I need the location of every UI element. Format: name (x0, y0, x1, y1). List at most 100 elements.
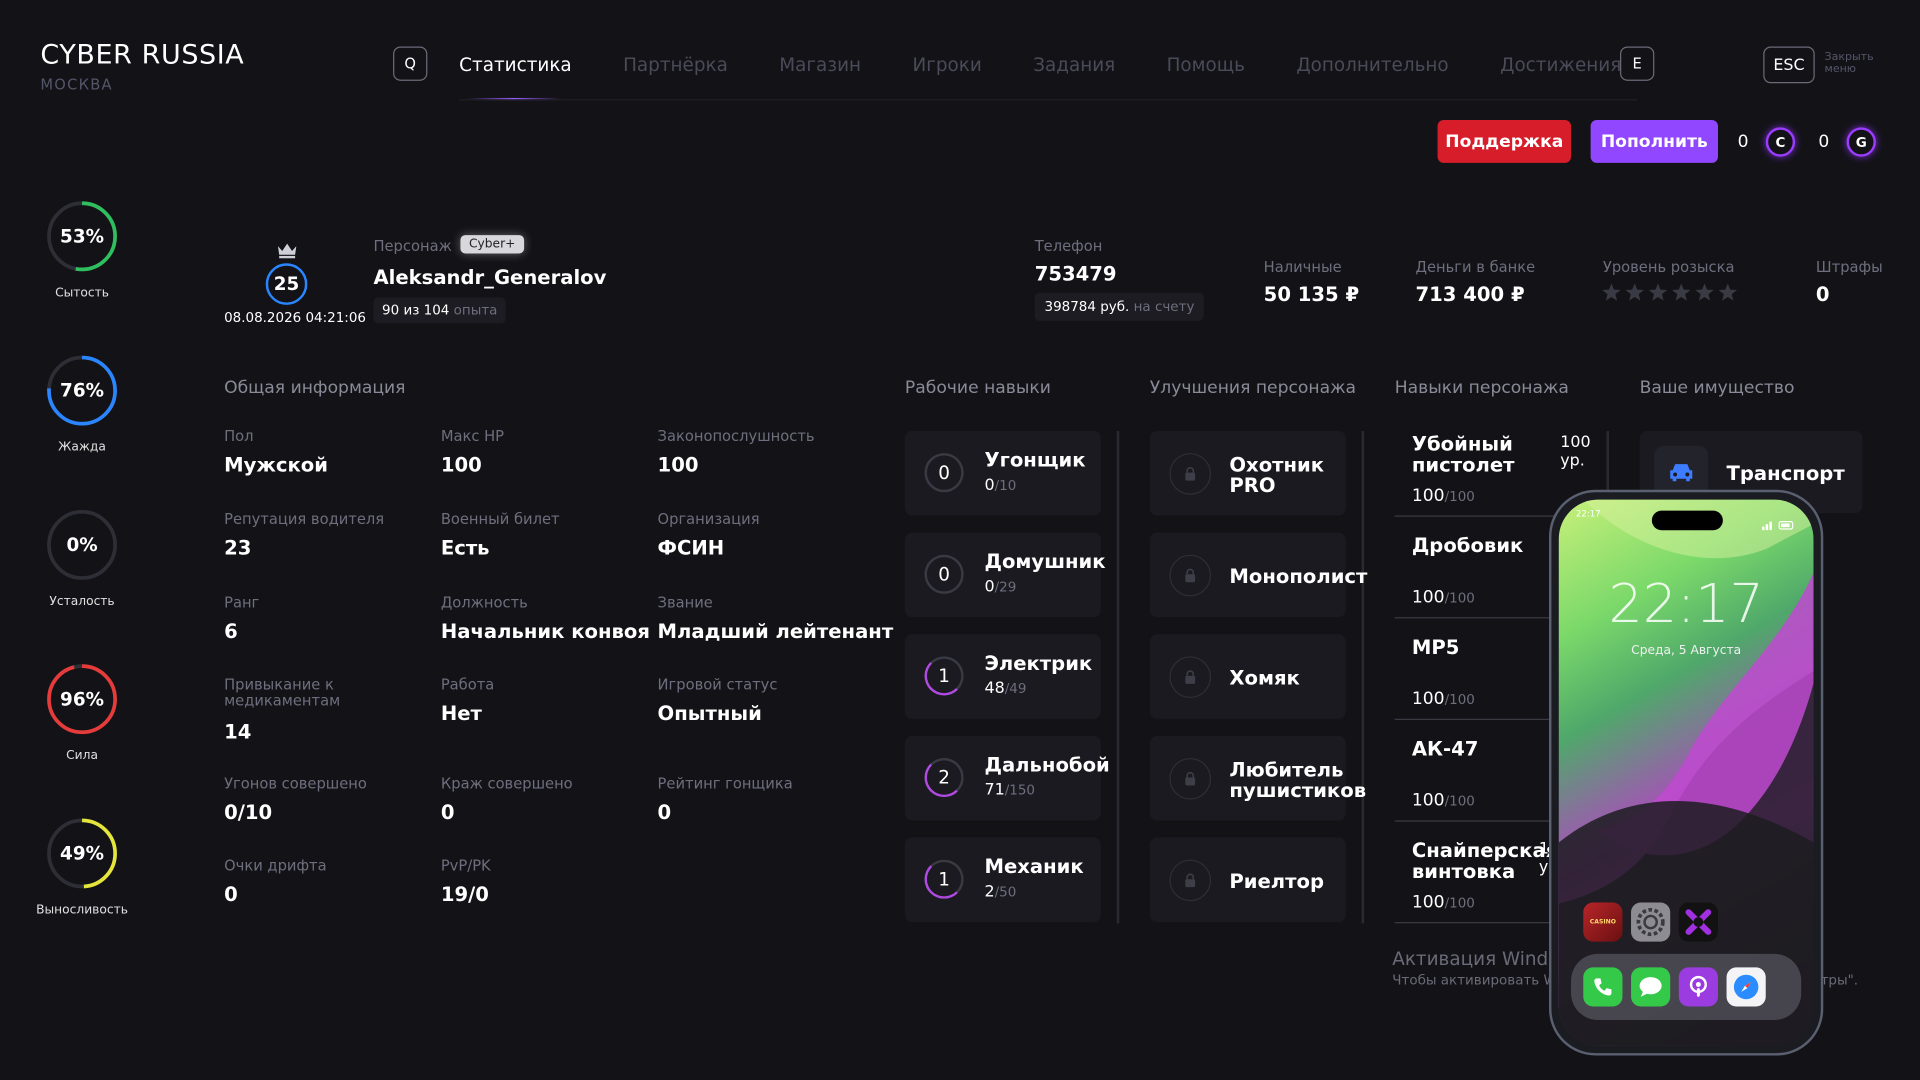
char-name: Aleksandr_Generalov (373, 265, 607, 289)
work-skill-card[interactable]: 0 Угонщик 0/10 (904, 431, 1101, 516)
star-icon (1602, 283, 1622, 306)
work-skills-title: Рабочие навыки (904, 378, 1051, 398)
tab-partner[interactable]: Партнёрка (623, 54, 728, 76)
info-label: Привыкание к медикаментам (224, 675, 341, 709)
need-ring: 53% (45, 200, 118, 273)
upgrade-card[interactable]: Монополист (1149, 532, 1367, 618)
status-time: 22:17 (1575, 509, 1601, 520)
char-skill-progress: 100/100 (1411, 892, 1475, 913)
tab-statistics[interactable]: Статистика (459, 54, 572, 76)
info-value: 23 (224, 536, 252, 560)
upgrade-name: Охотник (1229, 453, 1325, 477)
need-value: 49% (60, 842, 105, 865)
skill-name: Электрик (984, 651, 1093, 675)
info-value: 100 (440, 453, 482, 477)
crown-icon (277, 240, 298, 263)
skill-progress: 0/29 (984, 577, 1017, 597)
need-label: Сила (66, 749, 98, 763)
cash-label: Наличные (1263, 258, 1342, 276)
phone-app-icon[interactable] (1583, 967, 1623, 1007)
upgrade-name: Риелтор (1229, 869, 1324, 893)
work-skill-card[interactable]: 0 Домушник 0/29 (904, 532, 1106, 618)
cash-value: 50 135 ₽ (1263, 282, 1360, 307)
skill-name: Механик (984, 854, 1084, 878)
info-label: Краж совершено (440, 775, 573, 793)
cyber-app-icon[interactable] (1678, 902, 1718, 942)
level-badge: 25 (265, 263, 308, 305)
wanted-label: Уровень розыска (1602, 258, 1735, 276)
casino-app-icon[interactable]: CASINO (1583, 902, 1623, 942)
char-skill-name: Снайперская (1411, 838, 1559, 863)
wanted-stars (1602, 283, 1738, 306)
tab-shop[interactable]: Магазин (779, 54, 861, 76)
info-value: 0 (440, 800, 455, 825)
char-skill-progress: 100/100 (1411, 791, 1475, 811)
column-divider (1361, 431, 1365, 924)
tab-players[interactable]: Игроки (912, 54, 981, 76)
general-title: Общая информация (224, 378, 406, 398)
coin-c-value: 0 (1737, 132, 1749, 152)
char-skill-name: Убойный (1411, 432, 1513, 456)
skill-name: Угонщик (984, 448, 1086, 472)
work-skill-card[interactable]: 1 Механик 2/50 (904, 837, 1101, 923)
lock-icon (1169, 554, 1212, 597)
need-ring: 49% (45, 817, 118, 890)
lock-date: Среда, 5 Августа (1631, 644, 1742, 658)
support-button[interactable]: Поддержка (1437, 120, 1572, 163)
property-label: Транспорт (1726, 461, 1845, 485)
info-value: Младший лейтенант (657, 619, 894, 643)
podcasts-app-icon[interactable] (1678, 967, 1718, 1007)
info-label: Законопослушность (657, 427, 815, 445)
skill-progress: 71/150 (984, 781, 1036, 800)
settings-app-icon[interactable] (1631, 902, 1671, 942)
next-tab-key[interactable]: E (1620, 46, 1655, 81)
signal-icon (1762, 512, 1794, 535)
info-label: Должность (440, 593, 528, 612)
brand-logo: CYBER RUSSIA (40, 40, 245, 72)
tab-help[interactable]: Помощь (1167, 54, 1245, 76)
prev-tab-key[interactable]: Q (393, 46, 428, 81)
info-value: 14 (224, 720, 252, 744)
esc-button[interactable]: ESC (1763, 46, 1815, 84)
lock-icon (1169, 757, 1212, 800)
bank-value: 713 400 ₽ (1415, 282, 1525, 307)
fines-value: 0 (1815, 282, 1830, 307)
coin-g-icon: G (1846, 127, 1876, 157)
skill-name: Домушник (984, 549, 1106, 574)
nav-divider (459, 99, 1638, 101)
safari-app-icon[interactable] (1726, 967, 1766, 1007)
char-skill-progress: 100/100 (1411, 587, 1475, 608)
upgrade-card[interactable]: Любитель пушистиков (1149, 735, 1366, 821)
tab-extra[interactable]: Дополнительно (1296, 54, 1448, 76)
info-value: 0 (224, 882, 238, 907)
info-label: Пол (224, 427, 254, 445)
info-value: 0 (657, 800, 672, 825)
skill-progress: 0/10 (984, 476, 1017, 495)
phone-overlay[interactable]: 22:17 22:17 Среда, 5 Августа CASINO (1548, 489, 1824, 1056)
star-icon (1695, 283, 1715, 306)
upgrade-name: Монополист (1229, 564, 1368, 588)
char-skill-progress: 100/100 (1411, 486, 1475, 506)
column-divider (1606, 431, 1609, 490)
upgrade-card[interactable]: Хомяк (1149, 634, 1346, 719)
tab-tasks[interactable]: Задания (1033, 54, 1115, 76)
lock-icon (1169, 859, 1212, 902)
upgrade-card[interactable]: Риелтор (1149, 837, 1346, 923)
tab-achievements[interactable]: Достижения (1500, 54, 1621, 76)
info-label: Работа (440, 675, 495, 694)
property-title: Ваше имущество (1639, 378, 1795, 398)
work-skill-card[interactable]: 1 Электрик 48/49 (904, 634, 1101, 719)
info-value: Мужской (224, 453, 328, 477)
info-label: Организация (657, 510, 760, 528)
upgrade-card[interactable]: Охотник PRO (1149, 431, 1346, 516)
char-skill-name-line2: пистолет (1411, 453, 1515, 477)
info-label: Военный билет (440, 510, 560, 528)
topup-button[interactable]: Пополнить (1590, 120, 1718, 163)
info-label: Рейтинг гонщика (657, 775, 793, 793)
work-skill-card[interactable]: 2 Дальнобой 71/150 (904, 735, 1110, 821)
lock-clock: 22:17 (1608, 573, 1764, 636)
messages-app-icon[interactable] (1631, 967, 1671, 1007)
info-label: Макс HP (440, 427, 505, 445)
star-icon (1671, 283, 1691, 306)
char-skill-name: Дробовик (1411, 533, 1524, 558)
